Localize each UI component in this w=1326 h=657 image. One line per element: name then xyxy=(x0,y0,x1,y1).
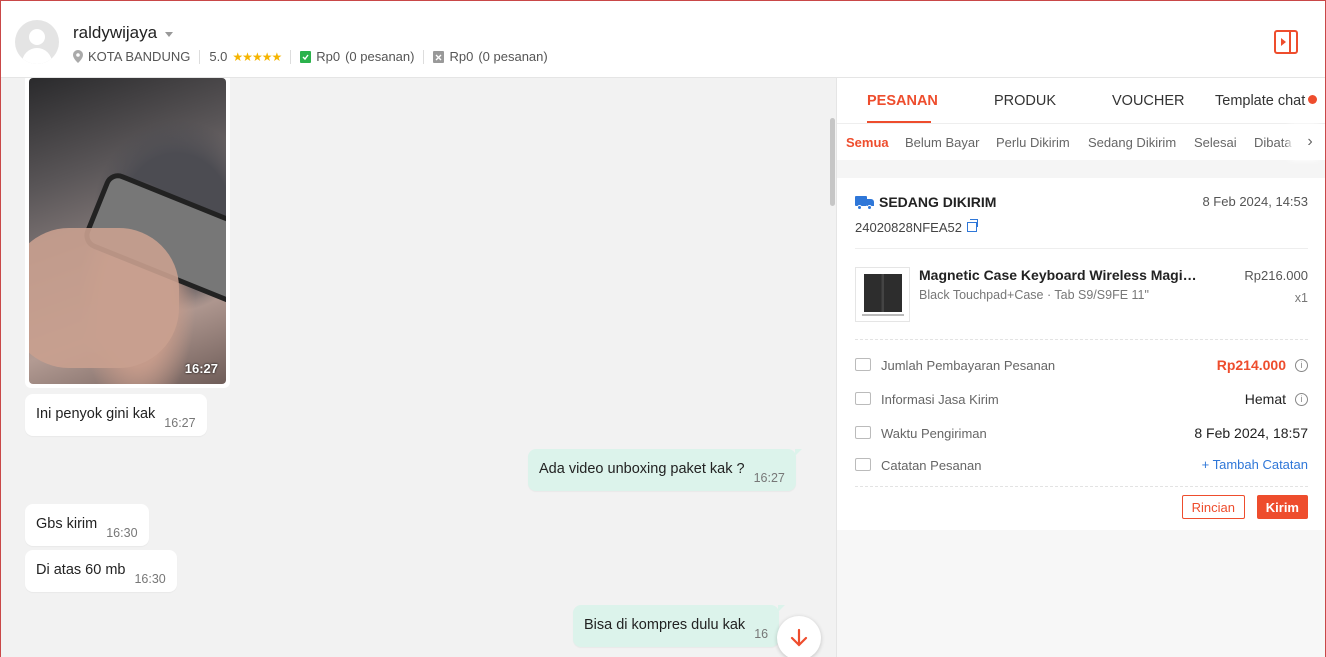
shipping-label: Informasi Jasa Kirim xyxy=(881,392,999,407)
message-text: Ada video unboxing paket kak ? xyxy=(539,461,745,477)
add-note-button[interactable]: + Tambah Catatan xyxy=(1202,457,1308,472)
completed-amount: Rp0 xyxy=(316,49,341,64)
order-product[interactable]: Magnetic Case Keyboard Wireless Magic...… xyxy=(855,249,1308,339)
buyer-location: KOTA BANDUNG xyxy=(88,49,191,64)
detail-button[interactable]: Rincian xyxy=(1181,495,1245,519)
active-tab-indicator xyxy=(867,121,931,123)
order-card: SEDANG DIKIRIM 8 Feb 2024, 14:53 2402082… xyxy=(837,192,1325,531)
tab-template-chat[interactable]: Template chat xyxy=(1215,93,1318,109)
collapse-panel-icon[interactable] xyxy=(1274,30,1298,54)
arrow-down-icon xyxy=(790,628,808,647)
order-status: SEDANG DIKIRIM xyxy=(879,194,997,210)
scroll-down-button[interactable] xyxy=(777,616,821,657)
message-text: Gbs kirim xyxy=(36,516,98,532)
avatar[interactable] xyxy=(15,20,59,64)
product-price: Rp216.000 xyxy=(1244,268,1308,283)
product-variant: Black Touchpad+Case · Tab S9/S9FE 11" xyxy=(919,288,1149,302)
payment-row: Jumlah Pembayaran Pesanan Rp214.000 i xyxy=(855,348,1308,382)
location-pin-icon xyxy=(73,50,83,63)
payment-label: Jumlah Pembayaran Pesanan xyxy=(881,358,1056,373)
message-text: Di atas 60 mb xyxy=(36,562,126,578)
chevron-down-icon xyxy=(165,31,174,37)
cancelled-amount: Rp0 xyxy=(449,49,474,64)
completed-order-icon xyxy=(300,51,312,63)
cancelled-order-icon xyxy=(433,51,445,63)
filter-semua[interactable]: Semua xyxy=(846,135,889,150)
message-bubble-incoming[interactable]: Di atas 60 mb 16:30 xyxy=(25,550,177,592)
order-id: 24020828NFEA52 xyxy=(855,219,962,235)
payment-value: Rp214.000 xyxy=(1216,357,1286,373)
message-bubble-outgoing[interactable]: Bisa di kompres dulu kak 16 xyxy=(573,605,786,647)
chat-messages[interactable]: 16:27 Ini penyok gini kak 16:27 Ada vide… xyxy=(1,78,836,657)
order-filter-tabs: Semua Belum Bayar Perlu Dikirim Sedang D… xyxy=(837,124,1325,160)
message-time: 16:30 xyxy=(106,526,138,540)
truck-outline-icon xyxy=(855,392,871,405)
info-icon[interactable]: i xyxy=(1295,359,1308,372)
filter-belum-bayar[interactable]: Belum Bayar xyxy=(905,135,979,150)
delivery-time-icon xyxy=(855,426,871,439)
message-text: Bisa di kompres dulu kak xyxy=(584,617,746,633)
payment-icon xyxy=(855,358,871,371)
message-time: 16:30 xyxy=(134,572,166,586)
info-icon[interactable]: i xyxy=(1295,393,1308,406)
video-message[interactable]: 16:27 xyxy=(25,78,230,388)
buyer-meta: KOTA BANDUNG 5.0 ★★★★★ Rp0 (0 pesanan) R… xyxy=(73,49,548,64)
truck-icon xyxy=(855,196,874,210)
filter-perlu-dikirim[interactable]: Perlu Dikirim xyxy=(996,135,1070,150)
username: raldywijaya xyxy=(73,23,158,42)
product-thumbnail xyxy=(855,267,910,322)
tab-pesanan[interactable]: PESANAN xyxy=(867,93,938,109)
ship-time-label: Waktu Pengiriman xyxy=(881,426,987,441)
product-name: Magnetic Case Keyboard Wireless Magic... xyxy=(919,267,1199,283)
message-bubble-incoming[interactable]: Gbs kirim 16:30 xyxy=(25,504,149,546)
filter-sedang-dikirim[interactable]: Sedang Dikirim xyxy=(1088,135,1176,150)
product-quantity: x1 xyxy=(1294,291,1308,305)
filter-dibatalkan[interactable]: Dibata xyxy=(1254,135,1292,150)
shipping-row: Informasi Jasa Kirim Hemat i xyxy=(855,382,1308,416)
send-button[interactable]: Kirim xyxy=(1256,495,1308,519)
tab-voucher[interactable]: VOUCHER xyxy=(1112,93,1185,109)
message-text: Ini penyok gini kak xyxy=(36,406,156,422)
note-icon xyxy=(855,458,871,471)
message-time: 16:27 xyxy=(164,416,196,430)
copy-icon[interactable] xyxy=(966,219,978,232)
video-timestamp: 16:27 xyxy=(184,361,218,376)
order-panel: PESANAN PRODUK VOUCHER Template chat Sem… xyxy=(836,78,1325,657)
note-row: Catatan Pesanan + Tambah Catatan xyxy=(855,448,1308,480)
chevron-right-icon[interactable]: › xyxy=(1295,124,1325,160)
message-bubble-incoming[interactable]: Ini penyok gini kak 16:27 xyxy=(25,394,207,436)
note-label: Catatan Pesanan xyxy=(881,458,982,473)
order-date: 8 Feb 2024, 14:53 xyxy=(1202,194,1308,209)
panel-empty-area xyxy=(837,530,1325,657)
notification-dot xyxy=(1308,95,1318,104)
shipping-value: Hemat xyxy=(1244,391,1286,407)
video-thumbnail[interactable]: 16:27 xyxy=(29,78,226,384)
filter-selesai[interactable]: Selesai xyxy=(1194,135,1237,150)
buyer-rating: 5.0 xyxy=(209,49,228,64)
panel-tabs: PESANAN PRODUK VOUCHER Template chat xyxy=(837,78,1325,124)
tab-template-chat-label: Template chat xyxy=(1215,93,1306,109)
ship-time-value: 8 Feb 2024, 18:57 xyxy=(1194,425,1308,441)
message-time: 16 xyxy=(754,627,769,641)
message-bubble-outgoing[interactable]: Ada video unboxing paket kak ? 16:27 xyxy=(528,449,802,491)
chat-header: raldywijaya KOTA BANDUNG 5.0 ★★★★★ Rp0 (… xyxy=(1,1,1325,78)
completed-orders: (0 pesanan) xyxy=(345,49,415,64)
message-time: 16:27 xyxy=(753,471,785,485)
cancelled-orders: (0 pesanan) xyxy=(478,49,548,64)
chat-scrollbar[interactable] xyxy=(830,118,835,206)
tab-produk[interactable]: PRODUK xyxy=(994,93,1056,109)
ship-time-row: Waktu Pengiriman 8 Feb 2024, 18:57 xyxy=(855,416,1308,448)
rating-stars: ★★★★★ xyxy=(232,49,282,64)
username-dropdown[interactable]: raldywijaya xyxy=(73,23,174,43)
